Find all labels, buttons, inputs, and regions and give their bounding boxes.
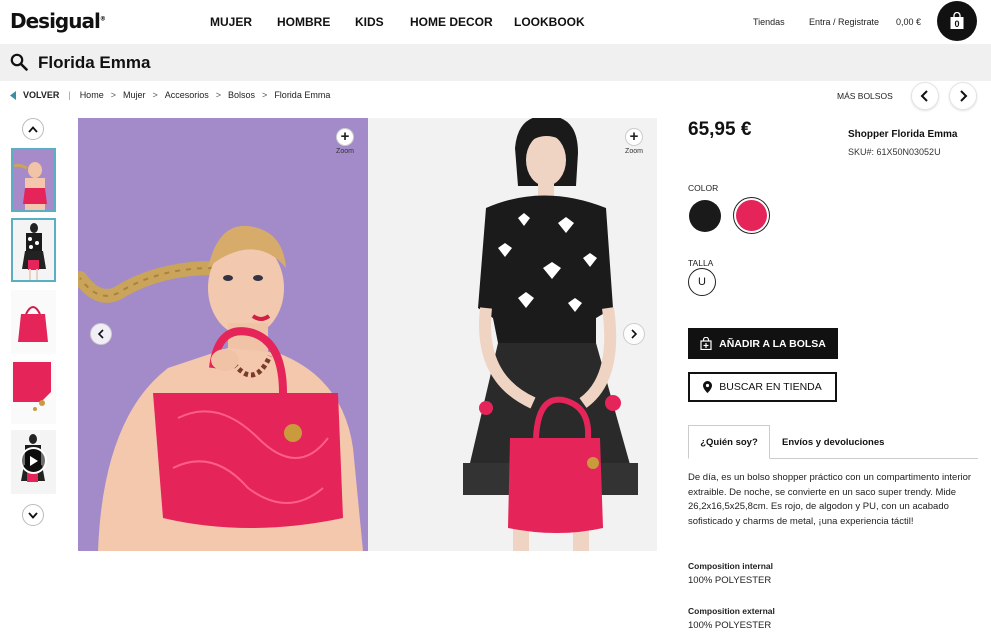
color-swatch-black[interactable] bbox=[689, 200, 721, 232]
product-price: 65,95 € bbox=[688, 119, 752, 140]
thumbnail-4[interactable] bbox=[11, 360, 56, 424]
chevron-down-icon bbox=[28, 511, 38, 519]
size-option-u[interactable]: U bbox=[688, 268, 716, 296]
header: Desigual® MUJER HOMBRE KIDS HOME DECOR L… bbox=[0, 0, 991, 44]
play-icon bbox=[20, 447, 47, 474]
nav-home-decor[interactable]: HOME DECOR bbox=[410, 15, 493, 29]
color-label: COLOR bbox=[688, 183, 719, 193]
product-sku: SKU#: 61X50N03052U bbox=[848, 147, 941, 157]
thumbnail-image bbox=[11, 360, 56, 424]
size-label: TALLA bbox=[688, 258, 714, 268]
nav-lookbook[interactable]: LOOKBOOK bbox=[514, 15, 585, 29]
search-query[interactable]: Florida Emma bbox=[38, 53, 150, 73]
size-value: U bbox=[698, 276, 706, 288]
composition-internal-label: Composition internal bbox=[688, 561, 773, 571]
logo[interactable]: Desigual® bbox=[10, 9, 106, 33]
prev-product-button[interactable] bbox=[911, 82, 939, 110]
crumb-separator: > bbox=[215, 90, 222, 100]
chevron-up-icon bbox=[28, 125, 38, 133]
thumbnail-image bbox=[13, 150, 54, 210]
login-link[interactable]: Entra / Registrate bbox=[809, 17, 879, 27]
cart-button[interactable]: 0 bbox=[937, 1, 977, 41]
find-in-store-label: BUSCAR EN TIENDA bbox=[719, 381, 822, 393]
add-to-bag-label: AÑADIR A LA BOLSA bbox=[719, 337, 826, 350]
composition-external-label: Composition external bbox=[688, 606, 775, 616]
color-swatch-red-fill bbox=[736, 200, 767, 231]
chevron-right-icon bbox=[631, 329, 638, 339]
composition-internal-value: 100% POLYESTER bbox=[688, 575, 772, 586]
image-next-button[interactable] bbox=[623, 323, 645, 345]
chevron-right-icon bbox=[960, 90, 968, 102]
crumb-current: Florida Emma bbox=[274, 90, 331, 100]
product-image-2[interactable]: + Zoom bbox=[368, 118, 657, 551]
nav-mujer[interactable]: MUJER bbox=[210, 15, 252, 29]
image-prev-button[interactable] bbox=[90, 323, 112, 345]
product-description: De día, es un bolso shopper práctico con… bbox=[688, 472, 972, 528]
add-to-bag-button[interactable]: AÑADIR A LA BOLSA bbox=[688, 328, 838, 359]
zoom-label: Zoom bbox=[625, 148, 643, 155]
tab-shipping[interactable]: Envíos y devoluciones bbox=[782, 437, 884, 448]
color-swatch-red[interactable] bbox=[733, 197, 770, 234]
find-in-store-button[interactable]: BUSCAR EN TIENDA bbox=[688, 372, 837, 402]
thumbnail-image bbox=[11, 290, 56, 354]
nav-hombre[interactable]: HOMBRE bbox=[277, 15, 330, 29]
back-label: VOLVER bbox=[23, 90, 60, 100]
zoom-plus-icon: + bbox=[336, 128, 354, 146]
zoom-button-2[interactable]: + Zoom bbox=[619, 128, 649, 155]
crumb-separator: > bbox=[110, 90, 116, 100]
stores-link[interactable]: Tiendas bbox=[753, 17, 785, 27]
tab-about-label: ¿Quién soy? bbox=[700, 436, 758, 448]
crumb-separator: > bbox=[152, 90, 158, 100]
thumbnail-2[interactable] bbox=[11, 218, 56, 282]
chevron-left-icon bbox=[97, 329, 104, 339]
search-bar[interactable]: Florida Emma bbox=[0, 44, 991, 81]
model-photo-purple bbox=[78, 118, 368, 551]
zoom-plus-icon: + bbox=[625, 128, 643, 146]
zoom-label: Zoom bbox=[336, 148, 354, 155]
cart-total[interactable]: 0,00 € bbox=[896, 17, 921, 27]
crumb-home[interactable]: Home bbox=[80, 90, 104, 100]
cart-count: 0 bbox=[954, 19, 959, 29]
bag-plus-icon bbox=[700, 337, 712, 350]
thumbnail-video[interactable] bbox=[11, 430, 56, 494]
breadcrumb: VOLVER | Home > Mujer > Accesorios > Bol… bbox=[10, 90, 330, 100]
thumbnail-image bbox=[13, 220, 54, 280]
crumb-bolsos[interactable]: Bolsos bbox=[228, 90, 255, 100]
divider: | bbox=[68, 90, 71, 100]
tab-about[interactable]: ¿Quién soy? bbox=[688, 425, 770, 459]
next-product-button[interactable] bbox=[949, 82, 977, 110]
thumbs-up-button[interactable] bbox=[22, 118, 44, 140]
model-photo-white bbox=[368, 118, 657, 551]
search-icon[interactable] bbox=[10, 53, 28, 71]
location-pin-icon bbox=[703, 381, 713, 393]
thumbnail-3[interactable] bbox=[11, 290, 56, 354]
thumbnail-1[interactable] bbox=[11, 148, 56, 212]
back-triangle-icon bbox=[10, 90, 16, 100]
shopping-bag-icon: 0 bbox=[950, 12, 964, 29]
zoom-button-1[interactable]: + Zoom bbox=[330, 128, 360, 155]
nav-kids[interactable]: KIDS bbox=[355, 15, 384, 29]
crumb-mujer[interactable]: Mujer bbox=[123, 90, 146, 100]
thumbs-down-button[interactable] bbox=[22, 504, 44, 526]
product-image-1[interactable]: + Zoom bbox=[78, 118, 368, 551]
product-name: Shopper Florida Emma bbox=[848, 129, 958, 140]
composition-external-value: 100% POLYESTER bbox=[688, 620, 772, 631]
chevron-left-icon bbox=[920, 90, 928, 102]
crumb-separator: > bbox=[262, 90, 268, 100]
more-bags-label: MÁS BOLSOS bbox=[837, 91, 893, 101]
back-link[interactable]: VOLVER bbox=[10, 90, 59, 100]
crumb-accesorios[interactable]: Accesorios bbox=[165, 90, 209, 100]
